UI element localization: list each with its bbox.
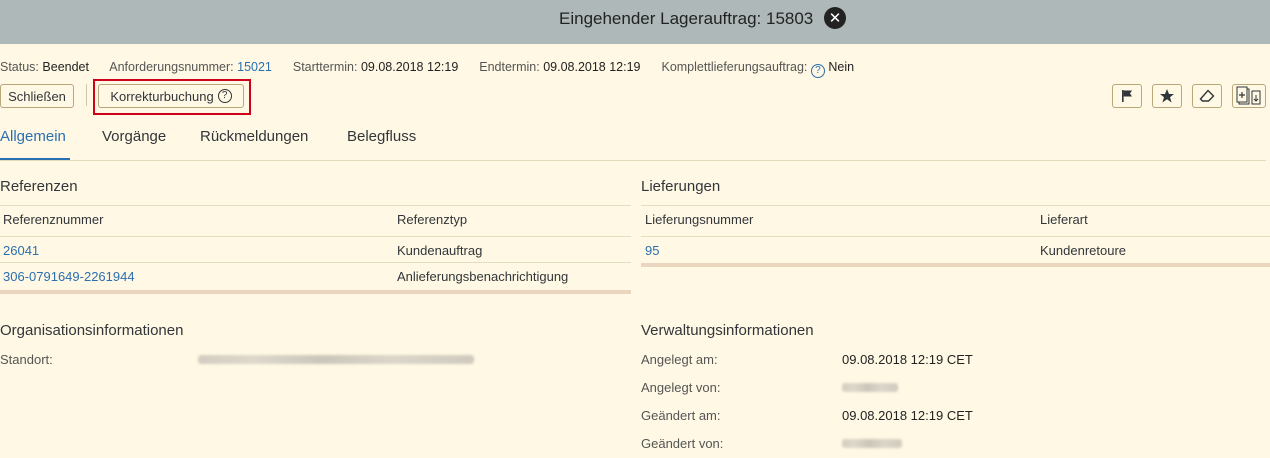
close-circle-icon[interactable]: ✕	[824, 7, 846, 29]
angelegt-von-value-redacted	[842, 383, 898, 392]
help-circle-icon: ?	[217, 89, 232, 103]
table-bottom-border	[0, 290, 631, 294]
close-button[interactable]: Schließen	[0, 84, 74, 108]
geaendert-am-value: 09.08.2018 12:19 CET	[842, 408, 973, 423]
verwaltung-title: Verwaltungsinformationen	[641, 322, 814, 339]
column-header: Referenznummer	[3, 212, 104, 227]
star-icon	[1160, 89, 1174, 103]
flag-button[interactable]	[1112, 84, 1142, 108]
korrekturbuchung-label: Korrekturbuchung	[110, 88, 214, 104]
komplettlieferung-value: Nein	[828, 60, 855, 74]
starttermin-value: 09.08.2018 12:19	[360, 60, 459, 74]
table-row[interactable]: 306-0791649-2261944 Anlieferungsbenachri…	[0, 262, 631, 290]
eraser-icon	[1199, 89, 1215, 102]
geaendert-am-label: Geändert am:	[641, 408, 721, 423]
tab-belegfluss[interactable]: Belegfluss	[347, 128, 416, 145]
table-row[interactable]: 95 Kundenretoure	[641, 236, 1270, 264]
status-value: Beendet	[42, 60, 89, 74]
lieferungsnummer-link[interactable]: 95	[645, 243, 659, 258]
add-tile-button[interactable]	[1232, 84, 1266, 108]
toolbar-separator	[86, 84, 87, 106]
tab-divider	[0, 160, 1266, 161]
lieferungen-title: Lieferungen	[641, 178, 721, 195]
table-row[interactable]: 26041 Kundenauftrag	[0, 236, 631, 264]
tab-vorgaenge[interactable]: Vorgänge	[102, 128, 166, 145]
anforderungsnummer-label: Anforderungsnummer:	[109, 60, 234, 74]
endtermin-value: 09.08.2018 12:19	[543, 60, 641, 74]
tab-allgemein[interactable]: Allgemein	[0, 128, 66, 145]
title-bar: Eingehender Lagerauftrag: 15803 ✕	[0, 0, 1270, 44]
status-label: Status:	[0, 60, 39, 74]
page-title: Eingehender Lagerauftrag: 15803	[559, 9, 814, 28]
referenznummer-link[interactable]: 26041	[3, 243, 39, 258]
geaendert-von-label: Geändert von:	[641, 436, 724, 451]
help-circle-icon[interactable]: ?	[810, 64, 825, 78]
referenzen-title: Referenzen	[0, 178, 78, 195]
angelegt-am-label: Angelegt am:	[641, 352, 718, 367]
organisation-title: Organisationsinformationen	[0, 322, 184, 339]
referenztyp-cell: Anlieferungsbenachrichtigung	[397, 269, 569, 284]
table-bottom-border	[641, 263, 1270, 267]
status-row: Status: Beendet Anforderungsnummer: 1502…	[0, 60, 855, 78]
korrekturbuchung-button[interactable]: Korrekturbuchung ?	[98, 84, 244, 108]
angelegt-von-label: Angelegt von:	[641, 380, 721, 395]
tab-rueckmeldungen[interactable]: Rückmeldungen	[200, 128, 308, 145]
column-header: Lieferungsnummer	[645, 212, 754, 227]
anforderungsnummer-link[interactable]: 15021	[237, 60, 272, 74]
lieferart-cell: Kundenretoure	[1040, 243, 1127, 258]
column-header: Referenztyp	[397, 212, 468, 227]
starttermin-label: Starttermin:	[292, 60, 358, 74]
add-tile-icon	[1236, 86, 1261, 105]
lieferungen-table: Lieferungsnummer Lieferart 95 Kundenreto…	[641, 205, 1270, 271]
referenznummer-link[interactable]: 306-0791649-2261944	[3, 269, 135, 284]
favorite-button[interactable]	[1152, 84, 1182, 108]
eraser-button[interactable]	[1192, 84, 1222, 108]
column-header: Lieferart	[1040, 212, 1088, 227]
table-header: Lieferungsnummer Lieferart	[641, 205, 1270, 233]
geaendert-von-value-redacted	[842, 439, 902, 448]
standort-value-redacted	[198, 355, 474, 364]
referenztyp-cell: Kundenauftrag	[397, 243, 483, 258]
komplettlieferung-label: Komplettlieferungsauftrag:	[661, 60, 808, 74]
table-header: Referenznummer Referenztyp	[0, 205, 631, 233]
flag-icon	[1122, 90, 1132, 102]
angelegt-am-value: 09.08.2018 12:19 CET	[842, 352, 973, 367]
referenzen-table: Referenznummer Referenztyp 26041 Kundena…	[0, 205, 631, 297]
endtermin-label: Endtermin:	[479, 60, 540, 74]
standort-label: Standort:	[0, 352, 53, 367]
